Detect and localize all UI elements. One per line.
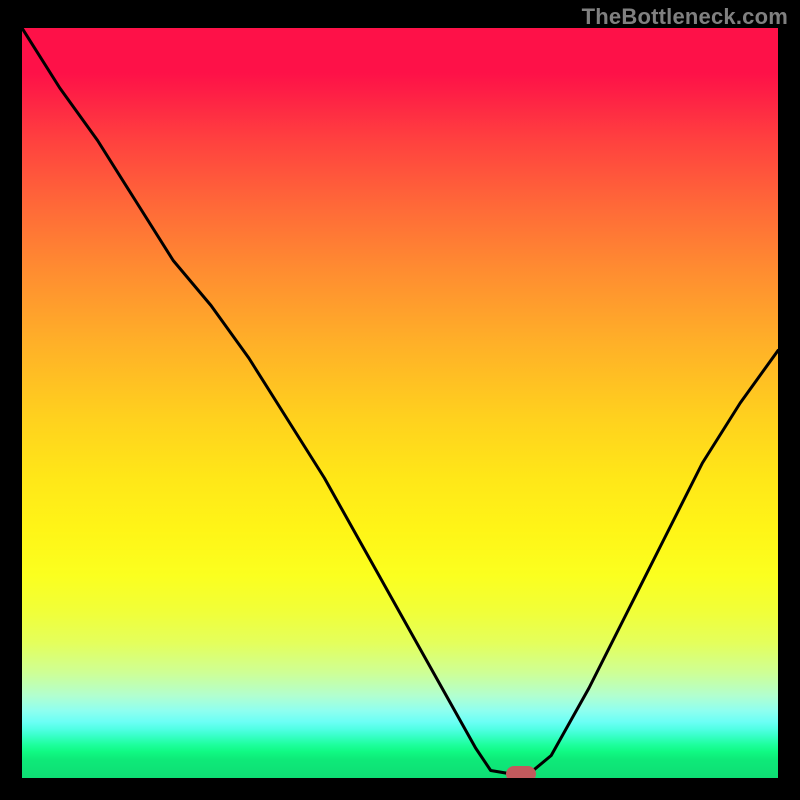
plot-area [22,28,778,778]
chart-frame: TheBottleneck.com [0,0,800,800]
bottleneck-curve [22,28,778,778]
watermark-text: TheBottleneck.com [582,4,788,30]
optimal-marker [506,766,536,778]
